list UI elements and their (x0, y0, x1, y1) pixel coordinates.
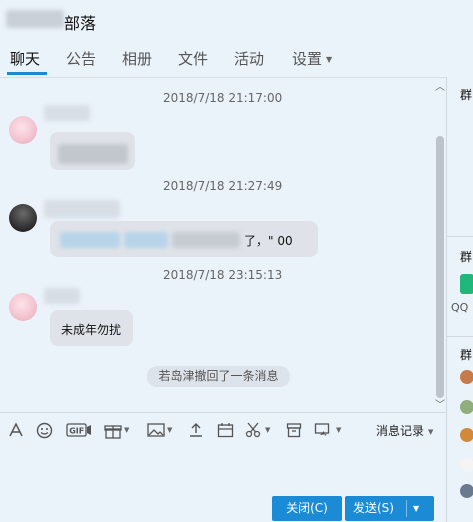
title-bar: 部落 (0, 0, 473, 40)
app-label: QQ (451, 301, 469, 314)
svg-text:GIF: GIF (69, 426, 84, 435)
message-history-label: 消息记录 (376, 424, 425, 438)
message-bubble[interactable]: 了，" 00 (50, 221, 318, 257)
close-button[interactable]: 关闭(C) (272, 496, 342, 521)
blurred-sender-name (44, 288, 80, 304)
right-panel: 群 群 QQ 群 (447, 78, 473, 522)
avatar[interactable] (9, 204, 37, 232)
tab-announcement[interactable]: 公告 (66, 48, 96, 69)
calendar-icon[interactable] (217, 420, 234, 440)
section-label: 群 (460, 348, 473, 362)
avatar[interactable] (9, 293, 37, 321)
screenshot-icon[interactable]: ▼ (314, 420, 341, 440)
section-label: 群 (460, 250, 473, 264)
emoji-icon[interactable] (36, 420, 53, 440)
font-icon[interactable] (8, 420, 24, 440)
message-text: 了，" 00 (244, 234, 293, 248)
chevron-down-icon: ▼ (326, 55, 333, 64)
phone-icon[interactable] (460, 274, 473, 294)
tab-album[interactable]: 相册 (122, 48, 152, 69)
active-tab-indicator (7, 72, 47, 75)
section-divider (447, 236, 473, 237)
recall-notice: 若岛津撤回了一条消息 (147, 366, 290, 387)
message-text: 未成年勿扰 (61, 323, 122, 337)
message-input[interactable] (0, 446, 446, 494)
window-title: 部落 (64, 14, 97, 33)
chevron-down-icon: ▼ (428, 427, 434, 436)
member-avatar[interactable] (460, 484, 473, 498)
message-timestamp: 2018/7/18 21:27:49 (163, 179, 283, 193)
blurred-message-content (58, 144, 128, 164)
message-timestamp: 2018/7/18 21:17:00 (163, 91, 283, 105)
member-avatar[interactable] (460, 400, 473, 414)
member-avatar[interactable] (460, 370, 473, 384)
tab-bar: 聊天 公告 相册 文件 活动 设置 ▼ (0, 40, 445, 76)
gift-icon[interactable]: ▼ (104, 420, 129, 440)
chevron-down-icon: ▼ (336, 426, 342, 434)
member-avatar[interactable] (460, 428, 473, 442)
chevron-down-icon: ▼ (265, 426, 271, 434)
tab-settings[interactable]: 设置 ▼ (292, 48, 332, 69)
chevron-down-icon[interactable]: ﹀ (435, 396, 445, 411)
gif-icon[interactable]: GIF (66, 420, 92, 440)
chevron-up-icon[interactable]: ︿ (435, 78, 445, 93)
message-history-button[interactable]: 消息记录 ▼ (376, 422, 433, 439)
section-divider (447, 336, 473, 337)
tab-files[interactable]: 文件 (178, 48, 208, 69)
blurred-sender-name (44, 200, 120, 218)
avatar[interactable] (9, 116, 37, 144)
message-bubble[interactable]: 未成年勿扰 (50, 310, 133, 346)
send-options-divider (406, 500, 407, 517)
tab-chat[interactable]: 聊天 (10, 48, 40, 69)
image-icon[interactable]: ▼ (147, 420, 172, 440)
scissors-icon[interactable]: ▼ (245, 420, 270, 440)
tab-settings-label: 设置 (292, 50, 323, 68)
tab-activities[interactable]: 活动 (234, 48, 264, 69)
input-divider (0, 412, 446, 413)
archive-icon[interactable] (286, 420, 302, 440)
blurred-group-name (6, 10, 64, 28)
chevron-down-icon: ▼ (167, 426, 173, 434)
send-button[interactable]: 发送(S) (345, 496, 434, 521)
section-label: 群 (460, 88, 473, 102)
chat-scrollbar[interactable]: ︿ ﹀ (434, 78, 446, 411)
chat-message-list[interactable]: 2018/7/18 21:17:00 2018/7/18 21:27:49 了，… (0, 78, 434, 410)
chevron-down-icon: ▼ (124, 426, 130, 434)
message-bubble[interactable] (50, 132, 135, 170)
blurred-message-content (60, 232, 120, 248)
member-avatar[interactable] (460, 458, 473, 472)
input-toolbar: GIF ▼ ▼ ▼ ▼ 消息记录 ▼ (0, 414, 446, 446)
blurred-message-content (124, 232, 168, 248)
blurred-sender-name (44, 105, 90, 121)
upload-icon[interactable] (188, 420, 204, 440)
message-timestamp: 2018/7/18 23:15:13 (163, 268, 283, 282)
blurred-message-content (172, 232, 240, 248)
scrollbar-thumb[interactable] (436, 136, 444, 398)
chevron-down-icon[interactable]: ▼ (413, 500, 419, 517)
